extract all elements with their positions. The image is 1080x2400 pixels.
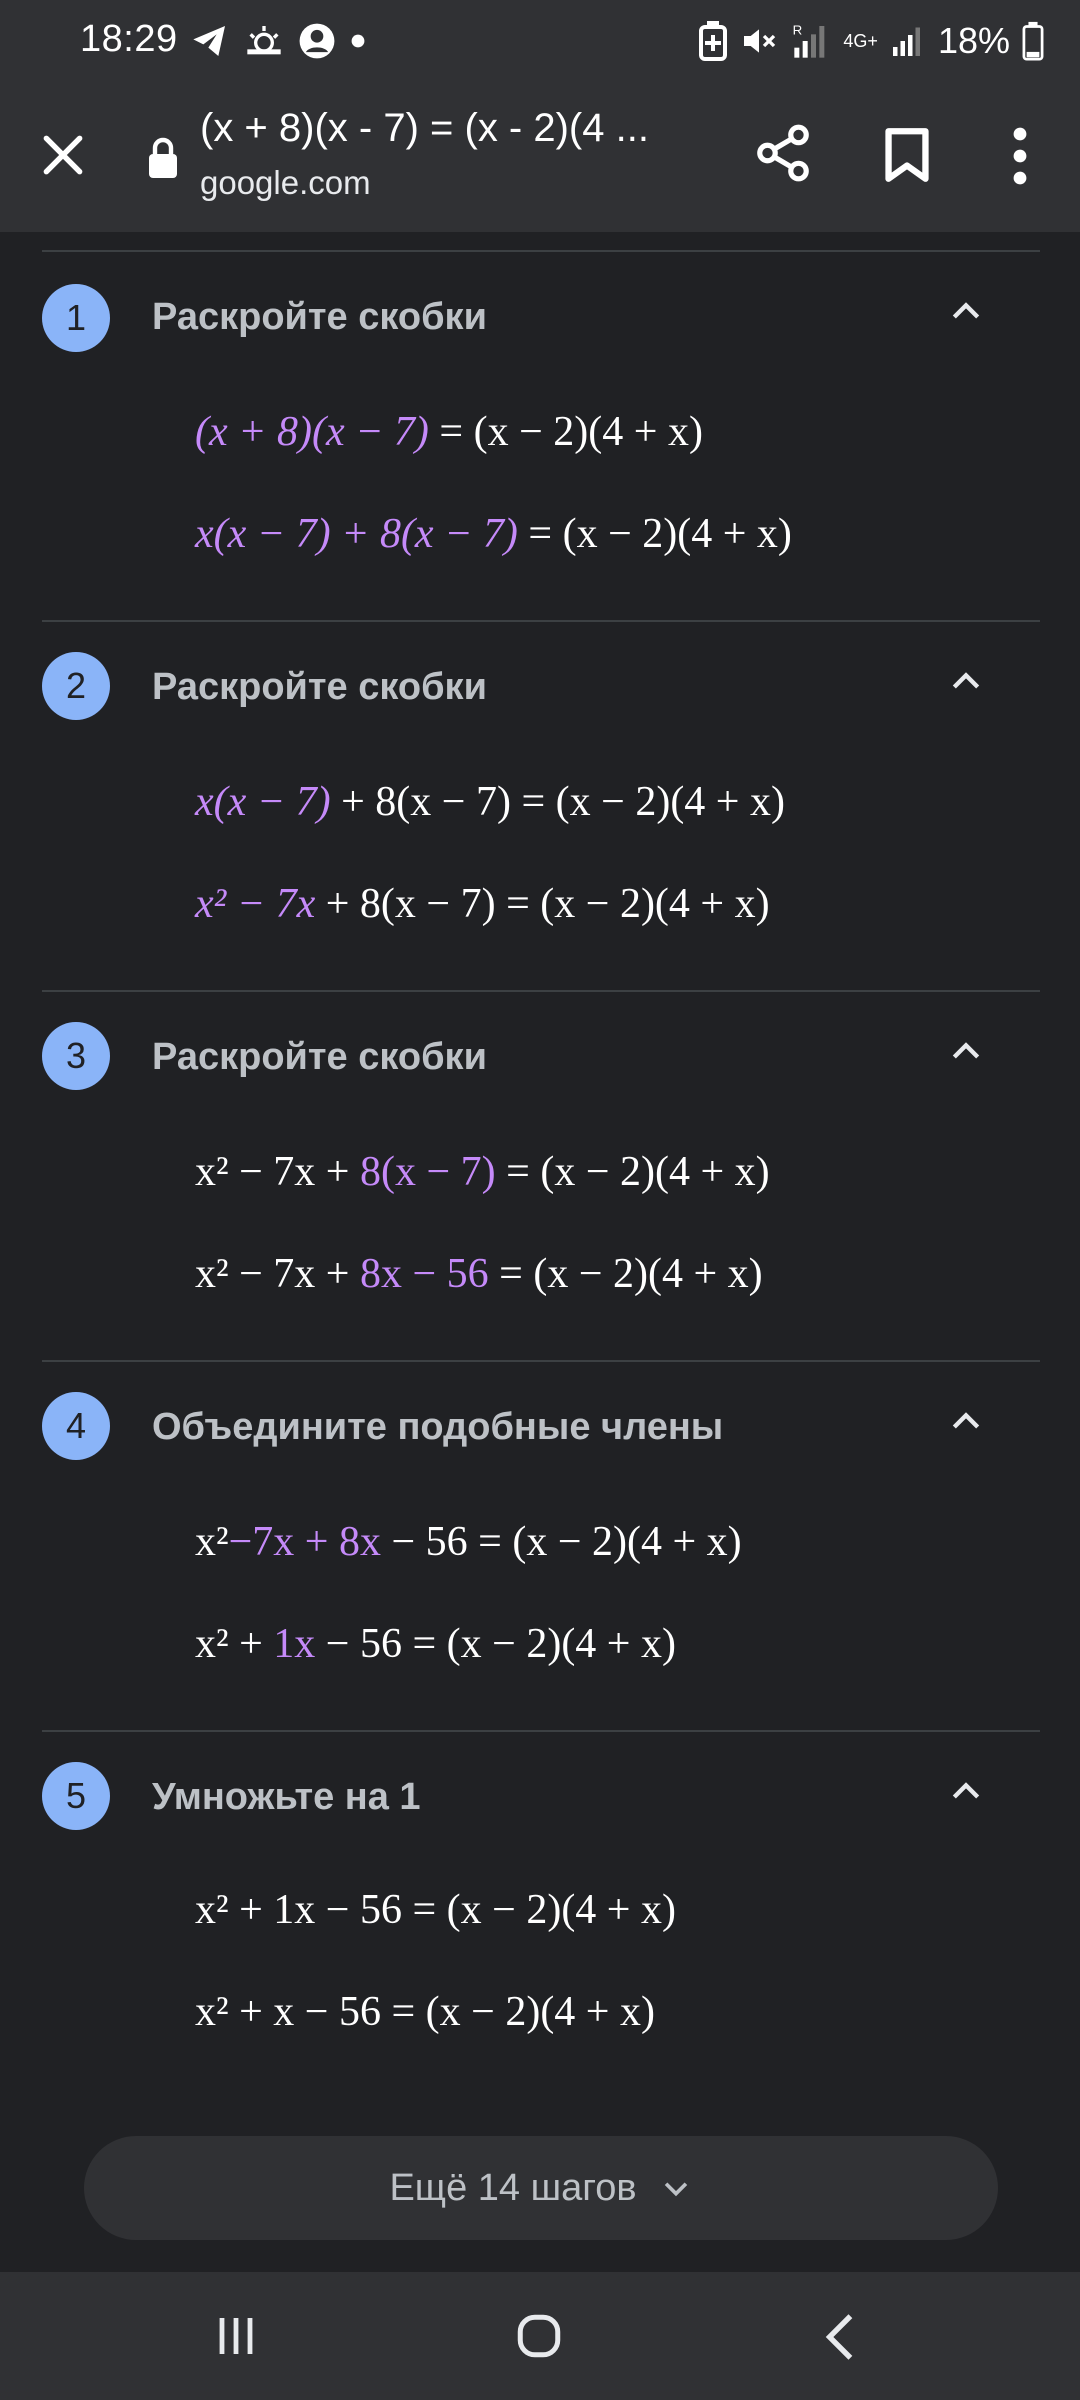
navigation-bar — [0, 2272, 1080, 2400]
equation-rest: + 8(x − 7) — [325, 881, 496, 927]
equation-highlight: 1x — [273, 1621, 316, 1667]
page-title[interactable]: (x + 8)(x - 7) = (x - 2)(4 ... — [200, 106, 649, 151]
chevron-up-icon[interactable] — [946, 1402, 986, 1442]
equation-lhs: x² + x − 56 — [195, 1989, 381, 2035]
lock-icon — [149, 137, 177, 178]
equation-highlight: 8(x − 7) — [359, 1149, 496, 1195]
chevron-up-icon[interactable] — [946, 1772, 986, 1812]
equation-rhs: = (x − 2)(4 + x) — [528, 511, 792, 557]
divider — [42, 620, 1040, 622]
step-number-badge: 4 — [42, 1392, 110, 1460]
equation-pre: x² − 7x + — [195, 1251, 350, 1297]
step-title[interactable]: Объедините подобные члены — [152, 1406, 723, 1449]
telegram-icon — [193, 26, 225, 56]
page-url[interactable]: google.com — [200, 164, 371, 202]
equation-post: − 56 — [325, 1621, 402, 1667]
equation-pre: x² + — [195, 1621, 263, 1667]
svg-text:R: R — [793, 22, 803, 37]
step-title[interactable]: Раскройте скобки — [152, 666, 487, 709]
equation-highlight: x(x − 7) + 8(x − 7) — [195, 511, 518, 557]
recents-icon[interactable] — [212, 2312, 260, 2360]
equation-line: x(x − 7) + 8(x − 7) = (x − 2)(4 + x) — [195, 778, 785, 826]
chevron-up-icon[interactable] — [946, 292, 986, 332]
equation-line: x² − 7x + 8(x − 7) = (x − 2)(4 + x) — [195, 1148, 770, 1196]
close-icon[interactable] — [38, 130, 88, 180]
chevron-up-icon[interactable] — [946, 662, 986, 702]
equation-rhs: = (x − 2)(4 + x) — [391, 1989, 655, 2035]
mute-icon — [744, 29, 776, 53]
equation-rhs: = (x − 2)(4 + x) — [506, 881, 770, 927]
battery-percent: 18% — [937, 20, 1010, 61]
equation-rhs: = (x − 2)(4 + x) — [499, 1251, 763, 1297]
equation-rhs: = (x − 2)(4 + x) — [521, 779, 785, 825]
step-title[interactable]: Раскройте скобки — [152, 1036, 487, 1079]
account-icon — [299, 23, 335, 59]
equation-lhs: x² + 1x − 56 — [195, 1887, 402, 1933]
equation-highlight: (x + 8)(x − 7) — [195, 409, 429, 455]
divider — [42, 250, 1040, 252]
equation-line: x² − 7x + 8x − 56 = (x − 2)(4 + x) — [195, 1250, 763, 1298]
step-number-badge: 5 — [42, 1762, 110, 1830]
equation-pre: x² — [195, 1519, 229, 1565]
share-icon[interactable] — [752, 122, 814, 184]
status-time: 18:29 — [80, 18, 178, 60]
equation-rhs: = (x − 2)(4 + x) — [439, 409, 703, 455]
equation-post: − 56 — [391, 1519, 468, 1565]
step-number-badge: 1 — [42, 284, 110, 352]
equation-line: x² − 7x + 8(x − 7) = (x − 2)(4 + x) — [195, 880, 770, 928]
step-title[interactable]: Раскройте скобки — [152, 296, 487, 339]
equation-highlight: x² − 7x — [195, 881, 316, 927]
divider — [42, 1360, 1040, 1362]
equation-highlight: −7x + 8x — [228, 1519, 381, 1565]
chevron-up-icon[interactable] — [946, 1032, 986, 1072]
divider — [42, 990, 1040, 992]
more-steps-label: Ещё 14 шагов — [389, 2166, 637, 2209]
equation-rest: + 8(x − 7) — [341, 779, 511, 825]
battery-icon — [1022, 21, 1044, 61]
home-icon[interactable] — [514, 2310, 564, 2362]
signal-icon: R — [793, 22, 825, 58]
equation-rhs: = (x − 2)(4 + x) — [478, 1519, 742, 1565]
equation-highlight: x(x − 7) — [195, 779, 331, 825]
equation-line: x²−7x + 8x − 56 = (x − 2)(4 + x) — [195, 1518, 742, 1566]
equation-pre: x² − 7x + — [195, 1149, 350, 1195]
back-icon[interactable] — [820, 2312, 860, 2362]
dot-icon — [351, 34, 365, 48]
network-type: 4G+ — [843, 31, 878, 51]
divider — [42, 1730, 1040, 1732]
signal-icon-2 — [892, 27, 920, 56]
more-steps-button[interactable]: Ещё 14 шагов — [84, 2136, 998, 2240]
equation-line: x² + 1x − 56 = (x − 2)(4 + x) — [195, 1886, 676, 1934]
equation-rhs: = (x − 2)(4 + x) — [412, 1887, 676, 1933]
weather-icon — [247, 26, 281, 55]
equation-line: x² + 1x − 56 = (x − 2)(4 + x) — [195, 1620, 676, 1668]
status-bar: 18:29 R 4G+ 18% — [0, 0, 1080, 84]
chevron-down-icon — [664, 2182, 687, 2197]
equation-highlight: 8x − 56 — [359, 1251, 489, 1297]
battery-saver-icon — [699, 21, 728, 61]
step-number-badge: 2 — [42, 652, 110, 720]
equation-rhs: = (x − 2)(4 + x) — [412, 1621, 676, 1667]
step-number-badge: 3 — [42, 1022, 110, 1090]
equation-rhs: = (x − 2)(4 + x) — [506, 1149, 770, 1195]
more-vert-icon[interactable] — [1000, 126, 1040, 186]
equation-line: x² + x − 56 = (x − 2)(4 + x) — [195, 1988, 655, 2036]
equation-line: x(x − 7) + 8(x − 7) = (x − 2)(4 + x) — [195, 510, 792, 558]
step-title[interactable]: Умножьте на 1 — [152, 1776, 421, 1819]
status-icons-left — [190, 18, 366, 64]
bookmark-icon[interactable] — [882, 126, 932, 184]
equation-line: (x + 8)(x − 7) = (x − 2)(4 + x) — [195, 408, 703, 456]
browser-toolbar: (x + 8)(x - 7) = (x - 2)(4 ... google.co… — [0, 84, 1080, 232]
status-icons-right: R 4G+ 18% — [699, 18, 1044, 64]
